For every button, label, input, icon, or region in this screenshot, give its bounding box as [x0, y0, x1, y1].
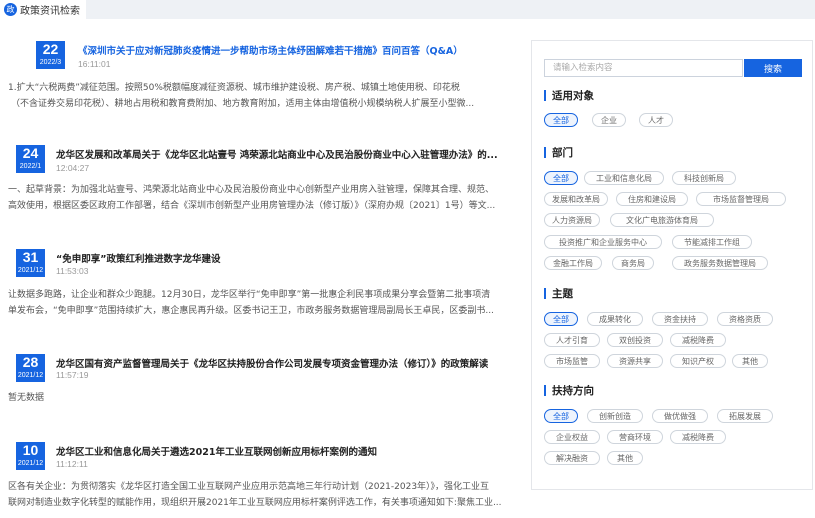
date-year-month: 2022/1	[19, 163, 42, 170]
chip-topic-venture[interactable]: 双创投资	[607, 333, 663, 347]
news-summary: 暂无数据	[8, 390, 518, 406]
chip-dept-commerce[interactable]: 商务局	[612, 256, 654, 270]
news-time: 11:12:11	[56, 459, 88, 469]
date-badge: 22 2022/3	[36, 41, 65, 69]
news-summary: 让数据多跑路，让企业和群众少跑腿。12月30日，龙华区举行“免申即享”第一批惠企…	[8, 287, 518, 319]
news-title-link[interactable]: 龙华区国有资产监督管理局关于《龙华区扶持股份合作公司发展专项资金管理办法（修订）…	[56, 356, 488, 370]
chip-direction-expand[interactable]: 拓展发展	[717, 409, 773, 423]
news-time: 11:53:03	[56, 266, 89, 276]
section-marker	[544, 385, 546, 396]
chip-topic-tax[interactable]: 减税降费	[670, 333, 726, 347]
chip-topic-other[interactable]: 其他	[732, 354, 768, 368]
chip-topic-qualification[interactable]: 资格资质	[717, 312, 773, 326]
summary-line: （不含证券交易印花税）、耕地占用税和教育费附加、地方教育附加，适用主体由增值税小…	[11, 99, 475, 109]
chip-dept-housing[interactable]: 住房和建设局	[616, 192, 688, 206]
news-title-link[interactable]: 龙华区工业和信息化局关于遴选2021年工业互联网创新应用标杆案例的通知	[56, 444, 377, 458]
news-list: 22 2022/3 《深圳市关于应对新冠肺炎疫情进一步帮助市场主体纾困解难若干措…	[0, 19, 520, 518]
summary-line: 高效使用，根据区委区政府工作部署，结合《深圳市创新型产业用房管理办法（修订版）》…	[8, 201, 496, 211]
news-time: 16:11:01	[78, 59, 111, 69]
chip-dept-market[interactable]: 市场监督管理局	[696, 192, 786, 206]
summary-line: 1.扩大“六税两费”减征范围。按照50%税额幅度减征资源税、城市维护建设税、房产…	[8, 83, 460, 93]
policy-icon: 政	[4, 3, 17, 16]
date-year-month: 2021/12	[17, 267, 44, 274]
chip-direction-tax[interactable]: 减税降费	[670, 430, 726, 444]
chip-dept-all[interactable]: 全部	[544, 171, 578, 185]
date-badge: 28 2021/12	[16, 354, 45, 382]
news-time: 11:57:19	[56, 370, 89, 380]
chip-topic-ip[interactable]: 知识产权	[670, 354, 726, 368]
chip-dept-govservice[interactable]: 政务服务数据管理局	[672, 256, 768, 270]
top-tab-bar: 政 政策资讯检索	[0, 0, 815, 19]
search-input[interactable]	[544, 59, 743, 77]
chip-direction-rights[interactable]: 企业权益	[544, 430, 600, 444]
summary-line: 区各有关企业：为贯彻落实《龙华区打造全国工业互联网产业应用示范高地三年行动计划（…	[8, 482, 490, 492]
tab-label: 政策资讯检索	[20, 6, 80, 17]
chip-dept-industry[interactable]: 工业和信息化局	[584, 171, 664, 185]
chip-direction-strengthen[interactable]: 做优做强	[652, 409, 708, 423]
section-marker	[544, 147, 546, 158]
section-title: 扶持方向	[552, 385, 594, 397]
chip-dept-culture[interactable]: 文化广电旅游体育局	[610, 213, 714, 227]
summary-line: 暂无数据	[8, 393, 45, 403]
news-summary: 1.扩大“六税两费”减征范围。按照50%税额幅度减征资源税、城市维护建设税、房产…	[8, 80, 518, 112]
date-day: 10	[22, 442, 39, 458]
chip-target-all[interactable]: 全部	[544, 113, 578, 127]
chip-direction-financing[interactable]: 解决融资	[544, 451, 600, 465]
date-day: 24	[22, 145, 39, 161]
chip-dept-energy[interactable]: 节能减排工作组	[672, 235, 752, 249]
tab-policy-search[interactable]: 政 政策资讯检索	[0, 0, 86, 19]
chip-target-enterprise[interactable]: 企业	[592, 113, 626, 127]
news-title-link[interactable]: 《深圳市关于应对新冠肺炎疫情进一步帮助市场主体纾困解难若干措施》百问百答（Q&A…	[78, 43, 463, 57]
search-button[interactable]: 搜索	[744, 59, 802, 77]
summary-line: 联网对制造业数字化转型的赋能作用，现组织开展2021年工业互联网应用标杆案例评选…	[8, 498, 502, 508]
chip-dept-investment[interactable]: 投资推广和企业服务中心	[544, 235, 662, 249]
summary-line: 一、起草背景：为加强北站壹号、鸿荣源北站商业中心及民治股份商业中心创新型产业用房…	[8, 185, 495, 195]
chip-topic-regulation[interactable]: 市场监管	[544, 354, 600, 368]
date-day: 31	[22, 249, 39, 265]
date-day: 28	[22, 354, 39, 370]
section-dept: 部门	[544, 145, 573, 160]
date-year-month: 2022/3	[39, 59, 62, 66]
date-badge: 10 2021/12	[16, 442, 45, 470]
news-title-link[interactable]: “免申即享”政策红利推进数字龙华建设	[56, 251, 221, 265]
section-marker	[544, 90, 546, 101]
section-title: 部门	[552, 147, 573, 159]
section-marker	[544, 288, 546, 299]
summary-line: 单发布会，“免申即享”范围持续扩大，惠企惠民再升级。区委书记王卫，市政务服务数据…	[8, 306, 494, 316]
section-title: 适用对象	[552, 90, 594, 102]
section-topic: 主题	[544, 286, 573, 301]
chip-topic-funding[interactable]: 资金扶持	[652, 312, 708, 326]
chip-direction-business-env[interactable]: 营商环境	[607, 430, 663, 444]
news-summary: 一、起草背景：为加强北站壹号、鸿荣源北站商业中心及民治股份商业中心创新型产业用房…	[8, 182, 518, 214]
chip-topic-talent[interactable]: 人才引育	[544, 333, 600, 347]
date-year-month: 2021/12	[17, 372, 44, 379]
chip-topic-sharing[interactable]: 资源共享	[607, 354, 663, 368]
chip-target-talent[interactable]: 人才	[639, 113, 673, 127]
chip-direction-all[interactable]: 全部	[544, 409, 578, 423]
chip-dept-finance[interactable]: 金融工作局	[544, 256, 602, 270]
section-title: 主题	[552, 288, 573, 300]
chip-direction-innovation[interactable]: 创新创造	[587, 409, 643, 423]
chip-dept-hr[interactable]: 人力资源局	[544, 213, 600, 227]
chip-dept-tech[interactable]: 科技创新局	[672, 171, 736, 185]
filter-panel: 搜索 适用对象 全部 企业 人才 部门 全部 工业和信息化局 科技创新局 发展和…	[531, 40, 813, 490]
date-badge: 31 2021/12	[16, 249, 45, 277]
chip-dept-development[interactable]: 发展和改革局	[544, 192, 608, 206]
summary-line: 让数据多跑路，让企业和群众少跑腿。12月30日，龙华区举行“免申即享”第一批惠企…	[8, 290, 491, 300]
date-day: 22	[42, 41, 59, 57]
news-title-link[interactable]: 龙华区发展和改革局关于《龙华区北站壹号 鸿荣源北站商业中心及民治股份商业中心入驻…	[56, 147, 498, 161]
chip-direction-other[interactable]: 其他	[607, 451, 643, 465]
date-badge: 24 2022/1	[16, 145, 45, 173]
news-time: 12:04:27	[56, 163, 90, 173]
date-year-month: 2021/12	[17, 460, 44, 467]
chip-topic-transfer[interactable]: 成果转化	[587, 312, 643, 326]
news-summary: 区各有关企业：为贯彻落实《龙华区打造全国工业互联网产业应用示范高地三年行动计划（…	[8, 479, 518, 511]
section-direction: 扶持方向	[544, 383, 594, 398]
chip-topic-all[interactable]: 全部	[544, 312, 578, 326]
section-target: 适用对象	[544, 88, 594, 103]
